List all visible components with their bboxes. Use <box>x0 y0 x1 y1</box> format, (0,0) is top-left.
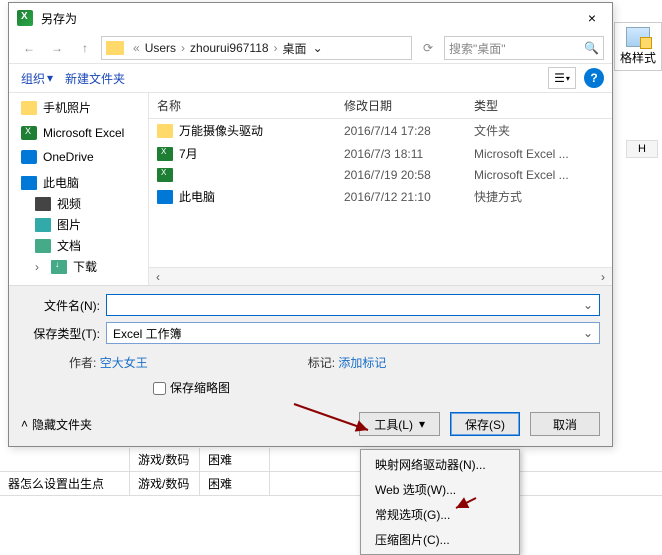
cancel-button[interactable]: 取消 <box>530 412 600 436</box>
hide-folders-link[interactable]: ˄隐藏文件夹 <box>21 416 92 433</box>
scroll-left-icon[interactable]: ‹ <box>151 270 165 284</box>
menu-item-web-options[interactable]: Web 选项(W)... <box>363 477 517 502</box>
chevron-down-icon[interactable]: ⌄ <box>579 326 597 340</box>
up-button[interactable]: ↑ <box>73 36 97 60</box>
sidebar-item-onedrive[interactable]: OneDrive <box>21 148 148 166</box>
list-item[interactable]: 2016/7/19 20:58 Microsoft Excel ... <box>149 165 612 185</box>
filetype-select[interactable]: Excel 工作簿 ⌄ <box>106 322 600 344</box>
pc-icon <box>157 190 173 204</box>
folder-icon <box>157 124 173 138</box>
folder-icon <box>21 101 37 115</box>
back-button[interactable]: ← <box>17 36 41 60</box>
column-header-name[interactable]: 名称 <box>157 97 344 114</box>
new-folder-button[interactable]: 新建文件夹 <box>61 68 129 89</box>
view-mode-button[interactable]: ☰▾ <box>548 67 576 89</box>
column-header-type[interactable]: 类型 <box>474 97 604 114</box>
organize-button[interactable]: 组织 ▾ <box>17 68 57 89</box>
excel-file-icon <box>157 168 173 182</box>
chevron-up-icon: ˄ <box>21 417 28 431</box>
tags-value[interactable]: 添加标记 <box>338 356 386 370</box>
tags-label: 标记: <box>308 356 335 370</box>
download-icon <box>51 260 67 274</box>
spreadsheet-grid: 游戏/数码 困难 器怎么设置出生点 游戏/数码 困难 <box>0 448 662 496</box>
scroll-right-icon[interactable]: › <box>596 270 610 284</box>
paint-icon <box>626 27 650 47</box>
search-icon: 🔍 <box>584 41 599 55</box>
dialog-title: 另存为 <box>41 10 572 27</box>
chevron-down-icon[interactable]: ⌄ <box>579 298 597 312</box>
tools-dropdown: 映射网络驱动器(N)... Web 选项(W)... 常规选项(G)... 压缩… <box>360 449 520 555</box>
list-item[interactable]: 7月 2016/7/3 18:11 Microsoft Excel ... <box>149 142 612 165</box>
column-header-date[interactable]: 修改日期 <box>344 97 474 114</box>
list-item[interactable]: 万能摄像头驱动 2016/7/14 17:28 文件夹 <box>149 119 612 142</box>
cell-styles-button[interactable]: 格样式 <box>614 22 662 71</box>
save-button[interactable]: 保存(S) <box>450 412 520 436</box>
save-as-dialog: 另存为 × ← → ↑ « Users › zhourui967118 › 桌面… <box>8 2 613 447</box>
close-button[interactable]: × <box>572 3 612 33</box>
sidebar-item-pictures[interactable]: 图片 <box>21 214 148 235</box>
forward-button: → <box>45 36 69 60</box>
chevron-down-icon: ▾ <box>419 417 425 431</box>
chevron-down-icon: ▾ <box>47 71 53 85</box>
sidebar-item-excel[interactable]: Microsoft Excel <box>21 124 148 142</box>
sidebar-item-phone-photos[interactable]: 手机照片 <box>21 97 148 118</box>
pc-icon <box>21 176 37 190</box>
chevron-down-icon[interactable]: ⌄ <box>309 41 327 55</box>
breadcrumb[interactable]: « Users › zhourui967118 › 桌面 ⌄ <box>101 36 412 60</box>
sidebar-item-documents[interactable]: 文档 <box>21 235 148 256</box>
refresh-button[interactable]: ⟳ <box>416 36 440 60</box>
sidebar-item-downloads[interactable]: ›下载 <box>21 256 148 277</box>
format-label: 格样式 <box>620 51 656 65</box>
list-item[interactable]: 此电脑 2016/7/12 21:10 快捷方式 <box>149 185 612 208</box>
onedrive-icon <box>21 150 37 164</box>
chevron-right-icon: › <box>35 260 45 274</box>
tools-button[interactable]: 工具(L)▾ <box>359 412 440 436</box>
document-icon <box>35 239 51 253</box>
filetype-label: 保存类型(T): <box>21 325 106 342</box>
folder-icon <box>106 41 124 55</box>
sidebar-item-videos[interactable]: 视频 <box>21 193 148 214</box>
filename-label: 文件名(N): <box>21 297 106 314</box>
horizontal-scrollbar[interactable]: ‹ › <box>149 267 612 285</box>
picture-icon <box>35 218 51 232</box>
excel-icon <box>17 10 33 26</box>
menu-item-compress-pictures[interactable]: 压缩图片(C)... <box>363 527 517 552</box>
save-thumbnail-checkbox[interactable]: 保存缩略图 <box>149 381 230 395</box>
file-list: 名称 修改日期 类型 万能摄像头驱动 2016/7/14 17:28 文件夹 7… <box>149 93 612 285</box>
excel-icon <box>21 126 37 140</box>
menu-item-map-drive[interactable]: 映射网络驱动器(N)... <box>363 452 517 477</box>
sidebar: 手机照片 Microsoft Excel OneDrive 此电脑 视频 图片 … <box>9 93 149 285</box>
menu-item-general-options[interactable]: 常规选项(G)... <box>363 502 517 527</box>
author-value[interactable]: 空大女王 <box>100 356 148 370</box>
table-row: 游戏/数码 困难 <box>0 448 662 472</box>
sidebar-item-this-pc[interactable]: 此电脑 <box>21 172 148 193</box>
filename-input[interactable]: ⌄ <box>106 294 600 316</box>
search-input[interactable]: 搜索"桌面" 🔍 <box>444 36 604 60</box>
column-header-h[interactable]: H <box>626 140 658 158</box>
table-row: 器怎么设置出生点 游戏/数码 困难 <box>0 472 662 496</box>
video-icon <box>35 197 51 211</box>
excel-file-icon <box>157 147 173 161</box>
author-label: 作者: <box>69 356 96 370</box>
help-button[interactable]: ? <box>584 68 604 88</box>
